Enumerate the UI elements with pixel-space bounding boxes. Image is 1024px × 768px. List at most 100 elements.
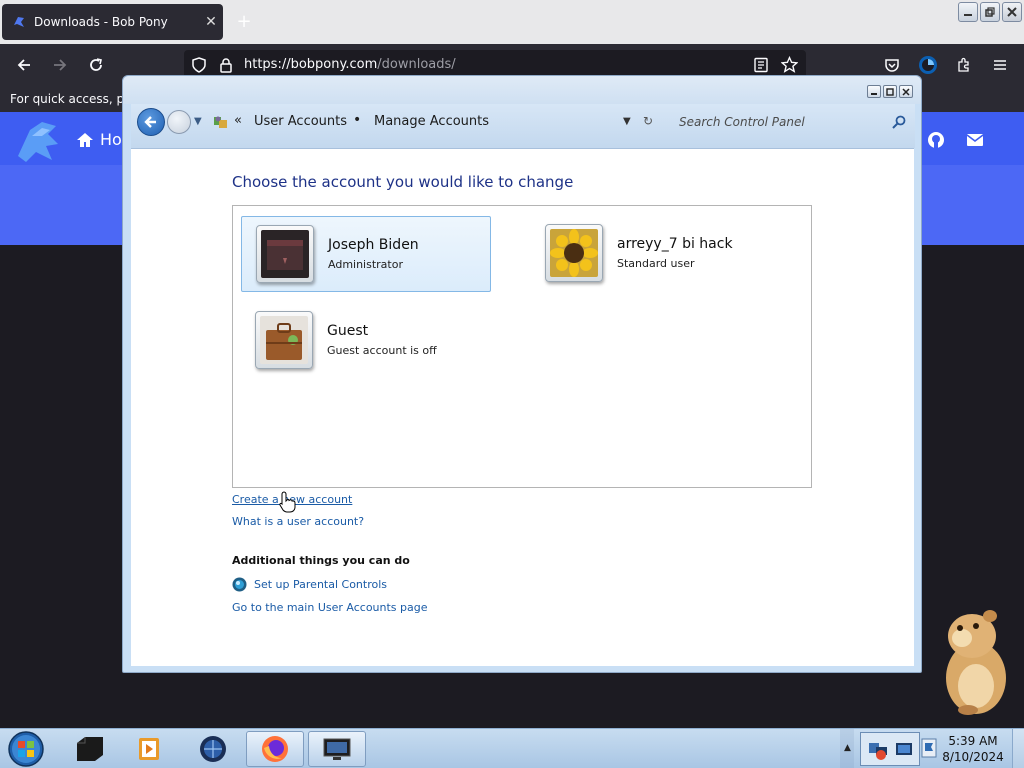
breadcrumb-separator-icon[interactable]: •: [353, 112, 361, 128]
menu-button[interactable]: [988, 53, 1012, 77]
taskbar-item-ie[interactable]: [184, 731, 242, 767]
cp-back-button[interactable]: [137, 108, 165, 136]
notification-area[interactable]: [860, 732, 920, 766]
pocket-button[interactable]: [880, 53, 904, 77]
pocket-icon: [885, 59, 899, 72]
briefcase-avatar-icon: [260, 316, 308, 364]
taskbar: ▲ 5:39 AM 8/10/2024: [0, 728, 1024, 768]
arrow-right-icon: [54, 59, 67, 71]
sunflower-avatar-icon: [550, 229, 598, 277]
media-player-icon: [139, 738, 159, 760]
refresh-icon[interactable]: ↻: [643, 114, 653, 128]
bobpony-logo-icon[interactable]: [12, 116, 64, 166]
account-picture: [255, 311, 313, 369]
cp-maximize-button[interactable]: [883, 85, 897, 98]
hamburger-menu-icon: [994, 60, 1006, 70]
show-desktop-button[interactable]: [1012, 729, 1024, 768]
minimize-icon: [871, 92, 877, 95]
back-button[interactable]: [12, 53, 36, 77]
globe-browser-icon: [200, 736, 226, 762]
terminal-box-icon: [77, 737, 103, 761]
reader-view-icon[interactable]: [753, 57, 769, 73]
start-orb-icon[interactable]: [6, 730, 46, 768]
taskbar-item-media-player[interactable]: [120, 731, 178, 767]
mail-icon[interactable]: [965, 130, 985, 150]
new-tab-icon[interactable]: +: [232, 10, 256, 34]
account-picture: [545, 224, 603, 282]
control-panel-window: ▼ « User Accounts • Manage Accounts ▼ ↻ …: [122, 75, 922, 673]
cp-forward-button[interactable]: [167, 110, 191, 134]
forward-button[interactable]: [48, 53, 72, 77]
github-icon[interactable]: [926, 130, 946, 150]
account-name: Guest: [327, 323, 369, 339]
close-icon: [1007, 7, 1017, 17]
close-button[interactable]: [1002, 2, 1022, 22]
parental-controls-globe-icon: [232, 577, 247, 592]
account-tile-arreyy[interactable]: arreyy_7 bi hack Standard user: [531, 216, 781, 292]
breadcrumb-overflow-icon[interactable]: «: [234, 113, 242, 128]
search-box[interactable]: Search Control Panel: [667, 108, 909, 136]
control-panel-icon: [214, 116, 227, 128]
browser-tab[interactable]: Downloads - Bob Pony ✕: [2, 4, 223, 40]
show-hidden-icons-icon[interactable]: ▲: [844, 743, 851, 753]
user-avatar-dark-icon: [261, 230, 309, 278]
lock-icon[interactable]: [218, 57, 234, 73]
volume-monitor-icon: [896, 743, 912, 755]
arrow-left-icon: [144, 116, 156, 128]
firefox-account-icon: [919, 56, 937, 74]
bookmark-star-icon[interactable]: [781, 56, 798, 73]
network-icon: [869, 743, 887, 760]
search-icon[interactable]: [891, 114, 907, 130]
account-picture: [256, 225, 314, 283]
clock-time: 5:39 AM: [948, 734, 998, 748]
account-name: Joseph Biden: [328, 237, 419, 253]
extensions-button[interactable]: [952, 53, 976, 77]
main-user-accounts-link[interactable]: Go to the main User Accounts page: [232, 601, 428, 614]
cp-content-pane: Choose the account you would like to cha…: [131, 148, 914, 666]
site-home-link[interactable]: Ho: [76, 130, 122, 149]
account-button[interactable]: [916, 53, 940, 77]
home-icon: [77, 132, 93, 147]
monitor-icon: [323, 738, 351, 760]
parental-controls-link[interactable]: Set up Parental Controls: [254, 578, 387, 591]
cp-minimize-button[interactable]: [867, 85, 881, 98]
minimize-button[interactable]: [958, 2, 978, 22]
shield-icon[interactable]: [191, 57, 207, 73]
url-text[interactable]: https://bobpony.com/downloads/: [244, 57, 456, 72]
browser-tabbar: Downloads - Bob Pony ✕ +: [0, 0, 1024, 44]
cp-close-button[interactable]: [899, 85, 913, 98]
site-home-label: Ho: [100, 130, 122, 149]
account-role: Administrator: [328, 258, 403, 271]
reload-button[interactable]: [84, 53, 108, 77]
firefox-icon: [262, 736, 288, 762]
account-tile-joseph-biden[interactable]: Joseph Biden Administrator: [241, 216, 491, 292]
tray-flag-icon[interactable]: [920, 737, 938, 761]
tab-title: Downloads - Bob Pony: [34, 15, 168, 29]
account-name: arreyy_7 bi hack: [617, 236, 733, 252]
restore-button[interactable]: [980, 2, 1000, 22]
reload-icon: [90, 58, 102, 71]
tab-close-icon[interactable]: ✕: [199, 14, 223, 30]
taskbar-item-control-panel[interactable]: [308, 731, 366, 767]
search-placeholder: Search Control Panel: [679, 115, 805, 129]
account-role: Guest account is off: [327, 344, 437, 357]
window-titlebar[interactable]: [123, 76, 921, 104]
hamster-desktop-gadget-icon[interactable]: [928, 598, 1018, 718]
account-tile-guest[interactable]: Guest Guest account is off: [241, 303, 491, 379]
puzzle-icon: [958, 57, 969, 72]
close-icon: [902, 87, 910, 96]
window-controls: [867, 85, 913, 98]
breadcrumb-manage-accounts[interactable]: Manage Accounts: [374, 114, 489, 129]
page-title: Choose the account you would like to cha…: [232, 173, 574, 191]
system-clock[interactable]: 5:39 AM 8/10/2024: [940, 733, 1006, 765]
recent-pages-icon[interactable]: ▼: [194, 116, 202, 127]
breadcrumb-user-accounts[interactable]: User Accounts: [254, 114, 347, 129]
bobpony-favicon-icon: [14, 17, 24, 27]
maximize-icon: [886, 87, 894, 96]
address-dropdown-icon[interactable]: ▼: [623, 116, 631, 127]
taskbar-item-firefox[interactable]: [246, 731, 304, 767]
restore-icon: [985, 7, 995, 17]
what-is-user-account-link[interactable]: What is a user account?: [232, 515, 364, 528]
taskbar-item-cmd[interactable]: [60, 731, 118, 767]
account-role: Standard user: [617, 257, 695, 270]
